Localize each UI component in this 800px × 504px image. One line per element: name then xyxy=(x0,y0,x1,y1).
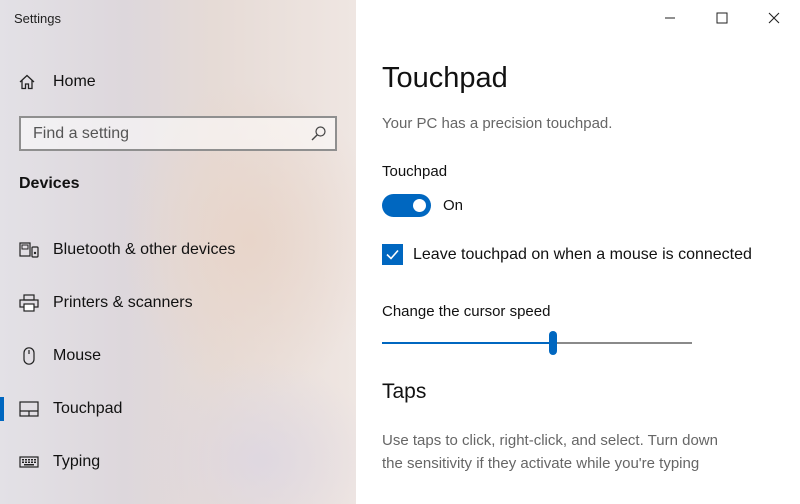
sidebar-item-bluetooth[interactable]: Bluetooth & other devices xyxy=(0,230,356,270)
sidebar-item-label: Printers & scanners xyxy=(53,294,193,311)
cursor-speed-label: Change the cursor speed xyxy=(382,303,551,320)
page-title: Touchpad xyxy=(382,62,508,94)
taps-description: Use taps to click, right-click, and sele… xyxy=(382,429,782,475)
close-icon xyxy=(768,12,780,24)
app-title: Settings xyxy=(14,11,61,26)
bluetooth-devices-icon xyxy=(19,242,39,258)
toggle-state-text: On xyxy=(443,197,464,214)
home-icon xyxy=(19,74,35,90)
cursor-speed-slider[interactable] xyxy=(382,331,692,357)
sidebar-item-label: Bluetooth & other devices xyxy=(53,241,236,258)
window-controls xyxy=(644,0,800,36)
keyboard-icon xyxy=(19,456,39,468)
sidebar-item-label: Mouse xyxy=(53,347,102,364)
sidebar-item-label: Typing xyxy=(53,453,101,470)
sidebar: Settings Home Devices Bluetooth & other … xyxy=(0,0,356,504)
sidebar-item-label: Touchpad xyxy=(53,400,123,417)
touchpad-toggle-label: Touchpad xyxy=(382,163,448,180)
page-subtitle: Your PC has a precision touchpad. xyxy=(382,115,613,132)
checkbox-label: Leave touchpad on when a mouse is connec… xyxy=(413,245,752,263)
leave-touchpad-on-option[interactable]: Leave touchpad on when a mouse is connec… xyxy=(382,244,752,265)
sidebar-item-mouse[interactable]: Mouse xyxy=(0,336,356,376)
close-button[interactable] xyxy=(748,0,800,36)
home-label: Home xyxy=(53,73,96,90)
toggle-knob xyxy=(413,199,426,212)
slider-fill xyxy=(382,342,553,344)
mouse-icon xyxy=(23,347,35,365)
checkmark-icon xyxy=(386,249,399,260)
minimize-button[interactable] xyxy=(644,0,696,36)
taps-section-title: Taps xyxy=(382,380,427,403)
sidebar-item-printers[interactable]: Printers & scanners xyxy=(0,283,356,323)
slider-thumb[interactable] xyxy=(549,331,557,355)
taps-description-line: Use taps to click, right-click, and sele… xyxy=(382,432,718,449)
sidebar-item-touchpad[interactable]: Touchpad xyxy=(0,389,356,429)
search-box[interactable] xyxy=(19,116,337,151)
touchpad-icon xyxy=(19,401,39,417)
home-nav-item[interactable]: Home xyxy=(18,70,96,94)
section-title: Devices xyxy=(19,175,80,192)
leave-touchpad-on-checkbox[interactable] xyxy=(382,244,403,265)
maximize-button[interactable] xyxy=(696,0,748,36)
maximize-icon xyxy=(716,12,728,24)
search-input[interactable] xyxy=(33,124,303,143)
taps-description-line: the sensitivity if they activate while y… xyxy=(382,455,700,472)
minimize-icon xyxy=(665,17,675,19)
main-content: Touchpad Your PC has a precision touchpa… xyxy=(356,0,800,504)
touchpad-toggle[interactable] xyxy=(382,194,431,217)
search-icon[interactable] xyxy=(310,125,327,142)
printer-icon xyxy=(19,294,39,312)
selected-indicator xyxy=(0,397,4,421)
sidebar-item-typing[interactable]: Typing xyxy=(0,442,356,482)
